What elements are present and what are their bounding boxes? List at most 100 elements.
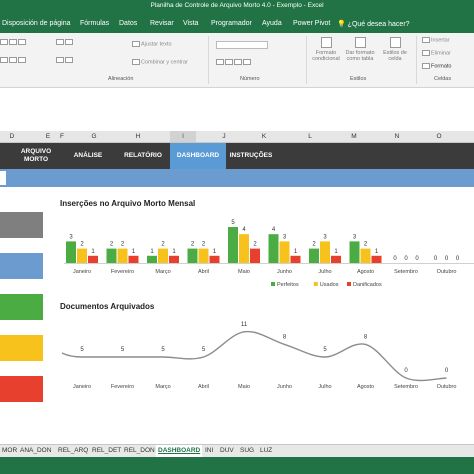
- legend-label: Perfeitos: [277, 282, 299, 288]
- format-as-table-label: Dar formato como tabla: [345, 50, 375, 62]
- bar: [147, 255, 157, 263]
- column-header[interactable]: E: [44, 133, 52, 140]
- data-label: 0: [393, 256, 397, 262]
- format-icon: [422, 63, 430, 69]
- column-header[interactable]: H: [132, 133, 144, 140]
- bar: [320, 241, 330, 263]
- nav-arquivo-morto[interactable]: ARQUIVO MORTO: [16, 143, 56, 169]
- data-label: 4: [242, 227, 246, 233]
- conditional-format-button[interactable]: Formato condicional: [310, 37, 342, 62]
- x-tick-label: Abril: [198, 269, 209, 275]
- orientation-icons[interactable]: [56, 39, 74, 45]
- column-header[interactable]: L: [304, 133, 316, 140]
- color-block-yellow[interactable]: [0, 335, 43, 361]
- nav-relatorio[interactable]: RELATÓRIO: [116, 143, 170, 169]
- column-header[interactable]: D: [6, 133, 18, 140]
- column-header[interactable]: K: [258, 133, 270, 140]
- data-label: 3: [353, 234, 357, 240]
- data-label: 2: [191, 242, 195, 248]
- column-header[interactable]: F: [58, 133, 66, 140]
- tab-programador[interactable]: Programador: [211, 20, 252, 27]
- nav-instrucoes[interactable]: INSTRUÇÕES: [226, 143, 276, 169]
- lightbulb-icon: 💡: [337, 21, 346, 28]
- delete-button[interactable]: Eliminar: [422, 50, 451, 56]
- indent-icons[interactable]: [56, 57, 74, 63]
- column-header-selected[interactable]: I: [170, 131, 196, 142]
- x-tick-label: Outubro: [437, 269, 457, 275]
- tab-power-pivot[interactable]: Power Pivot: [293, 20, 330, 27]
- data-label: 3: [283, 234, 287, 240]
- color-block-green[interactable]: [0, 294, 43, 320]
- bar: [128, 255, 139, 263]
- bar: [77, 248, 87, 263]
- number-format-icons[interactable]: [216, 59, 252, 65]
- column-header[interactable]: G: [88, 133, 100, 140]
- align-left-icons[interactable]: [0, 57, 27, 63]
- sheet-tab-ini[interactable]: INI: [205, 447, 213, 454]
- wrap-text-button[interactable]: Ajustar texto: [132, 41, 172, 47]
- nav-analise[interactable]: ANÁLISE: [64, 143, 112, 169]
- series-line-lead: [61, 352, 83, 358]
- data-label: 1: [132, 249, 136, 255]
- column-header[interactable]: J: [218, 133, 230, 140]
- data-label: 2: [253, 242, 257, 248]
- cell-styles-button[interactable]: Estilos de celda: [378, 37, 412, 62]
- wrap-text-icon: [132, 41, 140, 47]
- x-tick-label: Janeiro: [73, 384, 91, 390]
- sheet-tab-dashboard[interactable]: DASHBOARD: [156, 445, 203, 457]
- merge-center-button[interactable]: Combinar y centrar: [132, 59, 188, 65]
- number-group-label: Número: [240, 76, 260, 82]
- color-block-gray[interactable]: [0, 212, 43, 238]
- align-top-icons[interactable]: [0, 39, 27, 45]
- tab-datos[interactable]: Datos: [119, 20, 137, 27]
- format-button[interactable]: Formato: [422, 63, 451, 69]
- conditional-format-label: Formato condicional: [312, 50, 340, 62]
- bar: [198, 248, 209, 263]
- sheet-tab-mor[interactable]: MOR: [2, 447, 17, 454]
- color-block-blue[interactable]: [0, 253, 43, 279]
- nav-dashboard[interactable]: DASHBOARD: [170, 143, 226, 169]
- data-label: 0: [404, 368, 408, 374]
- conditional-format-icon: [320, 37, 332, 48]
- column-header[interactable]: N: [391, 133, 403, 140]
- tab-tell-me[interactable]: 💡 ¿Qué desea hacer?: [337, 20, 410, 28]
- bar-chart: 3 2 1 Janeiro 2 2 1 Fevereiro 1 2 1 Março 2 2 1 Abril 5 4…: [64, 220, 474, 288]
- bar: [158, 248, 168, 263]
- data-label: 8: [364, 334, 368, 340]
- x-tick-label: Outubro: [437, 384, 457, 390]
- x-tick-label: Fevereiro: [111, 384, 134, 390]
- x-tick-label: Março: [155, 269, 170, 275]
- data-label: 8: [283, 334, 287, 340]
- data-label: 2: [312, 242, 316, 248]
- tab-disposicion[interactable]: Disposición de página: [2, 20, 71, 27]
- data-label: 0: [434, 256, 438, 262]
- number-format-dropdown[interactable]: [216, 41, 268, 49]
- column-header[interactable]: M: [348, 133, 360, 140]
- sheet-tab-sug[interactable]: SUG: [240, 447, 254, 454]
- tab-ayuda[interactable]: Ayuda: [262, 20, 282, 27]
- bar: [88, 255, 98, 263]
- insert-button[interactable]: Insertar: [422, 37, 450, 43]
- ribbon: Ajustar texto Combinar y centrar Alineac…: [0, 33, 474, 88]
- sheet-tab-rel-arq[interactable]: REL_ARQ: [58, 447, 88, 454]
- tab-revisar[interactable]: Revisar: [150, 20, 174, 27]
- sheet-tab-duv[interactable]: DUV: [220, 447, 234, 454]
- format-as-table-button[interactable]: Dar formato como tabla: [343, 37, 377, 62]
- dashboard-nav: ARQUIVO MORTO ANÁLISE RELATÓRIO DASHBOAR…: [0, 143, 474, 169]
- cell-styles-label: Estilos de celda: [383, 50, 407, 62]
- sheet-tab-ana-don[interactable]: ANA_DON: [20, 447, 51, 454]
- bar: [228, 227, 238, 263]
- line-chart-panel: Documentos Arquivados 5 Janeiro 5 Fevereiro…: [56, 298, 474, 400]
- column-header[interactable]: O: [433, 133, 445, 140]
- sheet-tab-rel-don[interactable]: REL_DON: [124, 447, 155, 454]
- tab-vista[interactable]: Vista: [183, 20, 198, 27]
- sheet-tab-luz[interactable]: LUZ: [260, 447, 272, 454]
- color-block-red[interactable]: [0, 376, 43, 402]
- data-label: 5: [80, 347, 84, 353]
- data-label: 2: [364, 242, 368, 248]
- tab-formulas[interactable]: Fórmulas: [80, 20, 109, 27]
- merge-label: Combinar y centrar: [141, 59, 188, 66]
- styles-group-label: Estilos: [350, 76, 367, 82]
- sheet-tab-rel-det[interactable]: REL_DET: [92, 447, 121, 454]
- bar: [371, 255, 382, 263]
